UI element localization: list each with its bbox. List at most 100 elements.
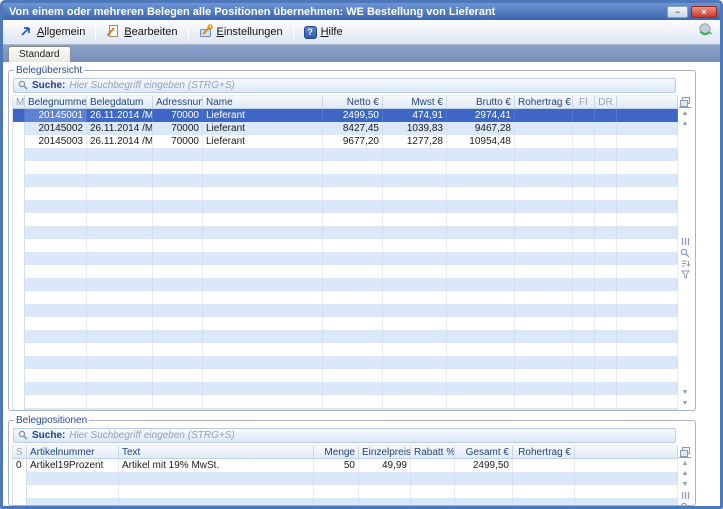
table-cell[interactable] [323, 239, 383, 252]
column-header-gesamt[interactable]: Gesamt € [455, 446, 513, 458]
table-cell[interactable] [13, 369, 25, 382]
table-cell[interactable]: 2499,50 [323, 109, 383, 122]
table-cell[interactable] [383, 187, 447, 200]
table-cell[interactable] [13, 226, 25, 239]
table-cell[interactable] [13, 161, 25, 174]
table-cell[interactable] [617, 304, 678, 317]
table-cell[interactable] [595, 317, 617, 330]
table-cell[interactable] [447, 382, 515, 395]
table-cell[interactable] [87, 291, 153, 304]
table-row-empty[interactable] [13, 161, 678, 174]
table-cell[interactable] [573, 239, 595, 252]
table-cell[interactable] [595, 187, 617, 200]
table-row-empty[interactable] [13, 498, 678, 506]
table-cell[interactable] [203, 395, 323, 408]
table-cell[interactable] [359, 498, 411, 506]
table-cell[interactable] [25, 369, 87, 382]
table-cell[interactable] [383, 356, 447, 369]
table-cell[interactable] [323, 252, 383, 265]
tab-standard[interactable]: Standard [8, 46, 71, 62]
table-cell[interactable] [515, 330, 573, 343]
table-cell[interactable] [383, 200, 447, 213]
column-chooser-icon[interactable] [679, 96, 691, 107]
column-header-brutto[interactable]: Brutto € [447, 96, 515, 108]
table-cell[interactable] [25, 408, 87, 411]
table-cell[interactable] [617, 148, 678, 161]
table-cell[interactable] [573, 291, 595, 304]
table-cell[interactable] [383, 239, 447, 252]
table-cell[interactable] [617, 317, 678, 330]
scroll-up-icon[interactable]: ▲ [679, 118, 691, 129]
table-cell[interactable] [617, 330, 678, 343]
table-cell[interactable] [573, 174, 595, 187]
table-cell[interactable] [153, 252, 203, 265]
table-row-empty[interactable] [13, 213, 678, 226]
table-cell[interactable]: 9677,20 [323, 135, 383, 148]
table-cell[interactable] [203, 161, 323, 174]
table-cell[interactable] [323, 161, 383, 174]
scroll-to-top-icon[interactable]: ▲ [679, 457, 691, 468]
table-cell[interactable] [515, 239, 573, 252]
table-row[interactable]: 2014500226.11.2014 /Mi70000Lieferant8427… [13, 122, 678, 135]
table-cell[interactable] [447, 187, 515, 200]
table-cell[interactable] [515, 109, 573, 122]
table-cell[interactable] [447, 226, 515, 239]
table-cell[interactable]: 2974,41 [447, 109, 515, 122]
table-cell[interactable] [573, 161, 595, 174]
table-cell[interactable] [447, 356, 515, 369]
table-cell[interactable] [153, 369, 203, 382]
table-cell[interactable] [595, 213, 617, 226]
table-cell[interactable] [617, 382, 678, 395]
table-cell[interactable] [411, 485, 455, 498]
table-cell[interactable] [153, 265, 203, 278]
column-header-belegnummer[interactable]: Belegnummer [25, 96, 87, 108]
table-cell[interactable] [595, 200, 617, 213]
table-cell[interactable]: 474,91 [383, 109, 447, 122]
table-cell[interactable] [87, 356, 153, 369]
columns-icon[interactable] [679, 236, 691, 247]
table-cell[interactable] [515, 304, 573, 317]
table-cell[interactable] [203, 278, 323, 291]
table-cell[interactable] [447, 161, 515, 174]
table-cell[interactable] [87, 317, 153, 330]
table-cell[interactable] [87, 382, 153, 395]
table-cell[interactable] [323, 395, 383, 408]
table-cell[interactable] [573, 122, 595, 135]
table-cell[interactable] [595, 174, 617, 187]
table-cell[interactable] [87, 161, 153, 174]
table-row-empty[interactable] [13, 472, 678, 485]
table-cell[interactable] [455, 498, 513, 506]
table-cell[interactable] [323, 265, 383, 278]
table-cell[interactable] [25, 395, 87, 408]
table-cell[interactable] [153, 356, 203, 369]
table-cell[interactable] [323, 343, 383, 356]
table-cell[interactable] [323, 369, 383, 382]
table-row-empty[interactable] [13, 200, 678, 213]
sort-icon[interactable] [679, 258, 691, 269]
table-row[interactable]: 2014500326.11.2014 /Mi70000Lieferant9677… [13, 135, 678, 148]
table-cell[interactable]: 1277,28 [383, 135, 447, 148]
table-cell[interactable] [447, 174, 515, 187]
table-cell[interactable] [383, 226, 447, 239]
table-cell[interactable] [513, 459, 575, 472]
table-cell[interactable] [203, 382, 323, 395]
table-cell[interactable] [617, 187, 678, 200]
table-cell[interactable] [595, 343, 617, 356]
table-cell[interactable] [323, 317, 383, 330]
table-cell[interactable] [203, 343, 323, 356]
table-cell[interactable] [411, 498, 455, 506]
table-cell[interactable] [87, 265, 153, 278]
table-cell[interactable] [515, 408, 573, 411]
table-cell[interactable] [323, 148, 383, 161]
table-cell[interactable] [119, 472, 314, 485]
table-cell[interactable] [383, 278, 447, 291]
column-header-menge[interactable]: Menge [314, 446, 359, 458]
table-cell[interactable] [447, 408, 515, 411]
table-cell[interactable] [323, 330, 383, 343]
scroll-down-icon[interactable]: ▼ [679, 387, 691, 398]
table-cell[interactable]: 49,99 [359, 459, 411, 472]
table-cell[interactable]: 70000 [153, 122, 203, 135]
table-cell[interactable] [595, 265, 617, 278]
table-cell[interactable] [617, 213, 678, 226]
table-cell[interactable] [455, 485, 513, 498]
